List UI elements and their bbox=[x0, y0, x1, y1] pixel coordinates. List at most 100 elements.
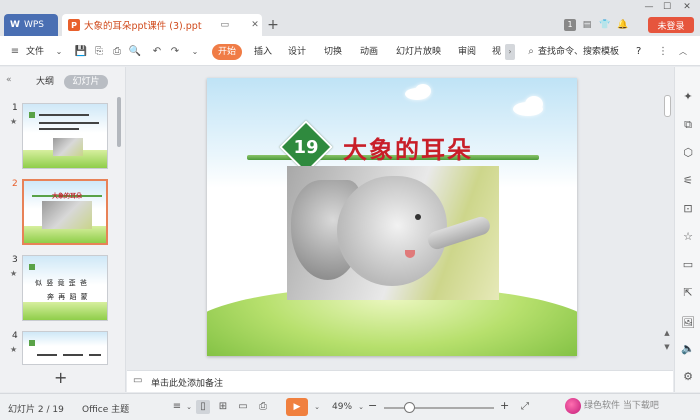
zoom-slider-track[interactable] bbox=[384, 407, 494, 409]
copy-icon[interactable]: ⧉ bbox=[680, 117, 696, 133]
play-slideshow-button[interactable]: ▶ bbox=[286, 398, 308, 416]
zoom-out-button[interactable]: − bbox=[368, 399, 377, 412]
tab-review[interactable]: 审阅 bbox=[458, 45, 476, 59]
wps-home-tab[interactable]: W WPS bbox=[4, 14, 58, 36]
maximize-icon[interactable]: ☐ bbox=[660, 2, 674, 12]
adjust-icon[interactable]: ⚟ bbox=[680, 173, 696, 189]
slide-thumbnail-1[interactable] bbox=[22, 103, 108, 169]
site-watermark-text: 绿色软件 当下载吧 bbox=[584, 401, 659, 411]
current-slide[interactable]: 19 大象的耳朵 bbox=[207, 78, 577, 356]
ppt-file-icon: P bbox=[68, 19, 80, 31]
volume-icon[interactable]: 🔈 bbox=[680, 341, 696, 357]
notes-icon: ▭ bbox=[133, 375, 143, 386]
star-icon: ★ bbox=[10, 269, 18, 278]
beautify-icon[interactable]: ✦ bbox=[680, 89, 696, 105]
zoom-level[interactable]: 49% bbox=[332, 402, 352, 412]
wps-logo-icon: W bbox=[10, 20, 20, 30]
close-window-icon[interactable]: ✕ bbox=[680, 2, 694, 12]
bell-icon[interactable]: 🔔 bbox=[616, 18, 630, 32]
new-tab-button[interactable]: + bbox=[266, 16, 280, 34]
slide-thumbnail-2[interactable]: 大象的耳朵 bbox=[22, 179, 108, 245]
undo-icon[interactable]: ↶ bbox=[150, 45, 164, 59]
file-menu[interactable]: 文件 bbox=[26, 45, 44, 59]
export-pdf-icon[interactable]: ⎘ bbox=[92, 45, 106, 59]
minimize-icon[interactable]: — bbox=[642, 2, 656, 12]
layout-icon[interactable]: ▤ bbox=[580, 18, 594, 32]
customize-chevron-icon[interactable]: ⌄ bbox=[188, 45, 202, 59]
star-icon: ★ bbox=[10, 117, 18, 126]
thumbnail-characters: 似 竖 竟 歪 爸 bbox=[35, 279, 88, 287]
tab-outline[interactable]: 大纲 bbox=[30, 75, 60, 89]
tab-insert[interactable]: 插入 bbox=[254, 45, 272, 59]
print-preview-icon[interactable]: 🔍 bbox=[128, 45, 142, 59]
cloud-decoration bbox=[415, 84, 431, 98]
slide-thumbnail-4[interactable] bbox=[22, 331, 108, 365]
image-crop-icon[interactable]: ⊡ bbox=[680, 201, 696, 217]
right-task-pane-bar: ✦ ⧉ ⬡ ⚟ ⊡ ☆ ▭ ⇱ 🖼 🔈 ⚙ bbox=[674, 67, 700, 392]
zoom-slider-knob[interactable] bbox=[404, 402, 415, 413]
save-icon[interactable]: 💾 bbox=[74, 45, 88, 59]
title-bar: W WPS P 大象的耳朵ppt课件 (3).ppt ▭ ✕ + — ☐ ✕ 1… bbox=[0, 0, 700, 36]
tab-design[interactable]: 设计 bbox=[288, 45, 306, 59]
monitor-icon[interactable]: ▭ bbox=[218, 20, 232, 30]
close-tab-icon[interactable]: ✕ bbox=[248, 20, 262, 30]
canvas-scrollbar[interactable]: ▲ ▼ bbox=[661, 67, 673, 369]
hamburger-menu-icon[interactable]: ≡ bbox=[8, 45, 22, 59]
print-icon[interactable]: ⎙ bbox=[110, 45, 124, 59]
scroll-down-icon[interactable]: ▼ bbox=[662, 343, 672, 351]
tab-transitions[interactable]: 切换 bbox=[324, 45, 342, 59]
chevron-down-icon[interactable]: ⌄ bbox=[182, 400, 196, 414]
notes-pane[interactable]: ▭ 单击此处添加备注 bbox=[127, 370, 673, 392]
lesson-number: 19 bbox=[293, 136, 319, 158]
star-outline-icon[interactable]: ☆ bbox=[680, 229, 696, 245]
star-icon: ★ bbox=[10, 345, 18, 354]
slide-title[interactable]: 大象的耳朵 bbox=[343, 130, 473, 165]
settings-gear-icon[interactable]: ⚙ bbox=[680, 369, 696, 385]
thumbnail-title: 大象的耳朵 bbox=[52, 193, 83, 200]
picture-icon[interactable]: 🖼 bbox=[680, 315, 696, 331]
cloud-decoration bbox=[525, 96, 543, 112]
scroll-up-icon[interactable]: ▲ bbox=[662, 329, 672, 337]
ribbon-scroll-right-icon[interactable]: › bbox=[505, 44, 515, 60]
slides-panel: « 大纲 幻灯片 1 ★ 2 大象的耳朵 3 ★ 似 竖 竟 歪 爸 奔 再 蹈… bbox=[0, 67, 126, 392]
elephant-image[interactable] bbox=[287, 166, 499, 300]
theme-name[interactable]: Office 主题 bbox=[82, 402, 129, 415]
slide-canvas: 19 大象的耳朵 bbox=[127, 67, 659, 369]
tab-animation[interactable]: 动画 bbox=[360, 45, 378, 59]
tab-start[interactable]: 开始 bbox=[212, 44, 242, 60]
shirt-skin-icon[interactable]: 👕 bbox=[598, 18, 612, 32]
slide-sorter-icon[interactable]: ⊞ bbox=[216, 400, 230, 414]
camera-icon[interactable]: ⎙ bbox=[256, 400, 270, 414]
play-options-chevron-icon[interactable]: ⌄ bbox=[310, 400, 324, 414]
ribbon-menu-bar: ≡ 文件 ⌄ 💾 ⎘ ⎙ 🔍 ↶ ↷ ⌄ 开始 插入 设计 切换 动画 幻灯片放… bbox=[0, 36, 700, 66]
login-button[interactable]: 未登录 bbox=[648, 17, 694, 33]
layout-panel-icon[interactable]: ▭ bbox=[680, 257, 696, 273]
chevron-down-icon[interactable]: ⌄ bbox=[52, 45, 66, 59]
tab-view[interactable]: 视 bbox=[492, 45, 501, 59]
thumbnail-characters: 奔 再 蹈 蒙 bbox=[47, 293, 89, 301]
add-slide-button[interactable]: + bbox=[54, 368, 67, 387]
command-search-input[interactable]: 查找命令、搜索模板 bbox=[538, 45, 619, 59]
shapes-icon[interactable]: ⬡ bbox=[680, 145, 696, 161]
slides-panel-scrollbar[interactable] bbox=[117, 97, 121, 147]
tab-slides[interactable]: 幻灯片 bbox=[64, 75, 108, 89]
redo-icon[interactable]: ↷ bbox=[168, 45, 182, 59]
help-button[interactable]: ? bbox=[636, 45, 641, 59]
tab-slideshow[interactable]: 幻灯片放映 bbox=[396, 45, 441, 59]
notification-count-badge[interactable]: 1 bbox=[564, 19, 576, 31]
normal-view-icon[interactable]: ▯ bbox=[196, 400, 210, 414]
slide-number: 1 bbox=[12, 103, 18, 113]
more-options-icon[interactable]: ⋮ bbox=[656, 45, 670, 59]
search-icon: ⌕ bbox=[528, 46, 534, 57]
share-icon[interactable]: ⇱ bbox=[680, 285, 696, 301]
document-tab[interactable]: P 大象的耳朵ppt课件 (3).ppt ▭ ✕ bbox=[62, 14, 262, 36]
slide-thumbnail-3[interactable]: 似 竖 竟 歪 爸 奔 再 蹈 蒙 bbox=[22, 255, 108, 321]
canvas-scrollbar-thumb[interactable] bbox=[664, 95, 671, 117]
zoom-in-button[interactable]: + bbox=[500, 399, 509, 412]
collapse-ribbon-icon[interactable]: ︿ bbox=[676, 45, 690, 59]
collapse-panel-icon[interactable]: « bbox=[6, 75, 12, 85]
zoom-chevron-icon[interactable]: ⌄ bbox=[354, 400, 368, 414]
notes-placeholder[interactable]: 单击此处添加备注 bbox=[151, 376, 223, 389]
fit-to-window-icon[interactable]: ⤢ bbox=[518, 400, 532, 414]
reading-view-icon[interactable]: ▭ bbox=[236, 400, 250, 414]
